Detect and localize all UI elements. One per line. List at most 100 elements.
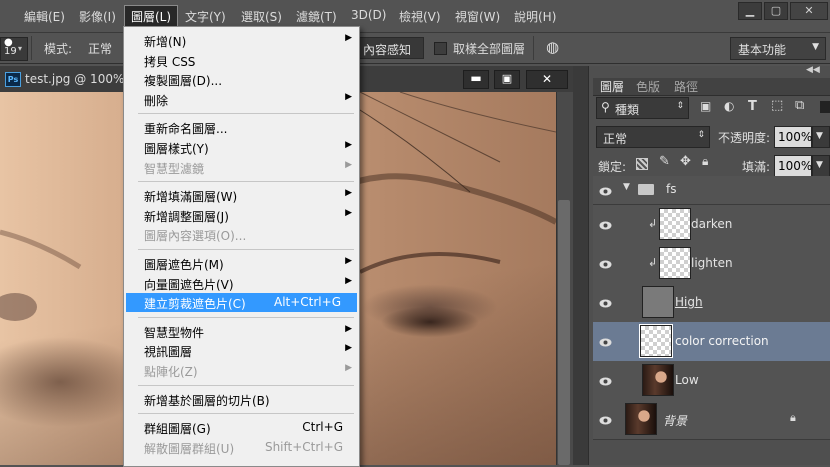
menu-item[interactable]: 複製圖層(D)... <box>124 70 359 89</box>
menu-layer[interactable]: 圖層(L) <box>124 5 179 28</box>
lock-pixels-icon[interactable]: ✎ <box>659 154 670 169</box>
sample-all-layers-checkbox[interactable] <box>434 42 447 55</box>
submenu-arrow-icon: ▶ <box>345 343 352 354</box>
layer-row-background[interactable]: 背景 🔒︎ <box>593 400 830 440</box>
menu-type[interactable]: 文字(Y) <box>185 8 226 25</box>
layer-name[interactable]: 背景 <box>663 412 687 429</box>
menu-item[interactable]: 向量圖遮色片(V) ▶ <box>124 274 359 293</box>
search-icon: ⚲ <box>601 100 610 114</box>
menu-item[interactable]: 視訊圖層 ▶ <box>124 341 359 360</box>
layer-row-low[interactable]: Low <box>593 361 830 401</box>
blend-mode-select[interactable]: 正常 ⇕ <box>596 126 710 148</box>
menu-view[interactable]: 檢視(V) <box>399 8 441 25</box>
type-filter-icon[interactable]: T <box>748 99 757 114</box>
menu-item[interactable]: 智慧型物件 ▶ <box>124 322 359 341</box>
layer-name[interactable]: lighten <box>691 256 733 270</box>
menu-select[interactable]: 選取(S) <box>241 8 282 25</box>
layer-name[interactable]: Low <box>675 373 699 387</box>
opacity-slider-button[interactable]: ▼ <box>812 126 830 148</box>
layer-row-color-correction[interactable]: color correction <box>593 322 830 362</box>
menu-item[interactable]: 刪除 ▶ <box>124 90 359 109</box>
tab-layers[interactable]: 圖層 <box>600 78 624 94</box>
submenu-arrow-icon: ▶ <box>345 91 352 102</box>
layer-thumbnail <box>659 208 691 240</box>
menu-item[interactable]: 新增基於圖層的切片(B) <box>124 390 359 409</box>
workspace-select[interactable]: 基本功能 ▼ <box>730 37 826 60</box>
opacity-input[interactable]: 100% <box>774 126 812 148</box>
tab-paths[interactable]: 路徑 <box>674 78 698 94</box>
fill-slider-button[interactable]: ▼ <box>812 155 830 177</box>
menu-image[interactable]: 影像(I) <box>79 8 116 25</box>
menu-item[interactable]: 圖層樣式(Y) ▶ <box>124 138 359 157</box>
menu-help[interactable]: 說明(H) <box>514 8 556 25</box>
menu-item[interactable]: 建立剪裁遮色片(C) Alt+Ctrl+G <box>126 293 357 313</box>
menu-item[interactable]: 群組圖層(G) Ctrl+G <box>124 418 359 437</box>
filter-toggle-icon[interactable] <box>820 101 830 113</box>
lock-label: 鎖定: <box>598 160 627 174</box>
menu-item[interactable]: 新增(N) ▶ <box>124 31 359 50</box>
layer-row-lighten[interactable]: ↲ lighten <box>593 244 830 284</box>
layer-name[interactable]: High <box>675 295 703 309</box>
mode-select[interactable]: 正常 <box>84 37 126 57</box>
collapse-panels-icon[interactable]: ◀◀ <box>806 65 820 75</box>
eye-icon[interactable] <box>599 336 612 347</box>
layer-menu-dropdown: 新增(N) ▶ 拷貝 CSS 複製圖層(D)... 刪除 ▶ 重新命名圖層... 圖層樣式(Y… <box>123 26 360 467</box>
chevron-down-icon: ▼ <box>816 160 823 170</box>
menu-item[interactable]: 新增調整圖層(J) ▶ <box>124 206 359 225</box>
minimize-button[interactable]: ▁ <box>738 2 762 20</box>
layer-name[interactable]: darken <box>691 217 732 231</box>
brush-preset-picker[interactable]: ● 19 ▾ <box>0 37 28 61</box>
menu-filter[interactable]: 濾鏡(T) <box>296 8 337 25</box>
menu-item[interactable]: 新增填滿圖層(W) ▶ <box>124 186 359 205</box>
divider <box>533 36 534 60</box>
expand-triangle-icon[interactable]: ▼ <box>623 182 630 192</box>
close-window-button[interactable]: ✕ <box>790 2 828 20</box>
folder-icon <box>638 184 654 195</box>
eye-icon[interactable] <box>599 297 612 308</box>
layer-thumbnail <box>639 324 673 358</box>
lock-position-icon[interactable]: ✥ <box>680 154 691 169</box>
eye-icon[interactable] <box>599 258 612 269</box>
layer-name[interactable]: color correction <box>675 334 769 348</box>
adjustment-filter-icon[interactable]: ◐ <box>724 99 734 113</box>
layer-row-darken[interactable]: ↲ darken <box>593 205 830 245</box>
menu-separator <box>138 113 354 115</box>
menu-window[interactable]: 視窗(W) <box>455 8 500 25</box>
eye-icon[interactable] <box>599 219 612 230</box>
layer-filter-select[interactable]: ⚲ 種類 ⇕ <box>596 97 689 119</box>
lock-all-icon[interactable]: 🔒︎ <box>702 154 708 169</box>
blend-mode-value: 正常 <box>603 132 628 146</box>
menu-item-label: 圖層內容選項(O)... <box>144 229 247 244</box>
menu-3d[interactable]: 3D(D) <box>351 8 386 22</box>
layer-row-group-fs[interactable]: ▼ fs <box>593 176 830 205</box>
tab-channels[interactable]: 色版 <box>636 78 660 94</box>
layer-row-high[interactable]: High <box>593 283 830 323</box>
menu-edit[interactable]: 編輯(E) <box>24 8 65 25</box>
shape-filter-icon[interactable]: ⬚ <box>771 98 783 113</box>
menu-item: 智慧型濾鏡 ▶ <box>124 158 359 177</box>
menu-item: 點陣化(Z) ▶ <box>124 361 359 380</box>
menu-item[interactable]: 重新命名圖層... <box>124 118 359 137</box>
eye-icon[interactable] <box>599 414 612 425</box>
pressure-pen-icon[interactable]: ◍ <box>546 38 559 56</box>
menu-separator <box>138 316 354 318</box>
maximize-button[interactable]: ▢ <box>764 2 788 20</box>
fill-input[interactable]: 100% <box>774 155 812 177</box>
photoshop-icon: Ps <box>5 72 21 87</box>
menu-item[interactable]: 拷貝 CSS <box>124 51 359 70</box>
layer-name[interactable]: fs <box>666 182 676 196</box>
content-aware-button[interactable]: 內容感知 <box>358 37 424 59</box>
submenu-arrow-icon: ▶ <box>345 363 352 373</box>
image-filter-icon[interactable]: ▣ <box>700 99 711 113</box>
doc-minimize-button[interactable]: ▬ <box>463 70 489 89</box>
scrollbar-thumb[interactable] <box>558 200 570 465</box>
menu-item[interactable]: 圖層遮色片(M) ▶ <box>124 254 359 273</box>
submenu-arrow-icon: ▶ <box>345 188 352 199</box>
eye-icon[interactable] <box>599 375 612 386</box>
close-icon: ✕ <box>541 72 553 86</box>
lock-transparency-icon[interactable] <box>636 158 648 170</box>
eye-icon[interactable] <box>599 185 612 196</box>
smart-object-filter-icon[interactable]: ⧉ <box>795 98 804 113</box>
doc-close-button[interactable]: ✕ <box>526 70 568 89</box>
doc-restore-button[interactable]: ▣ <box>494 70 520 89</box>
